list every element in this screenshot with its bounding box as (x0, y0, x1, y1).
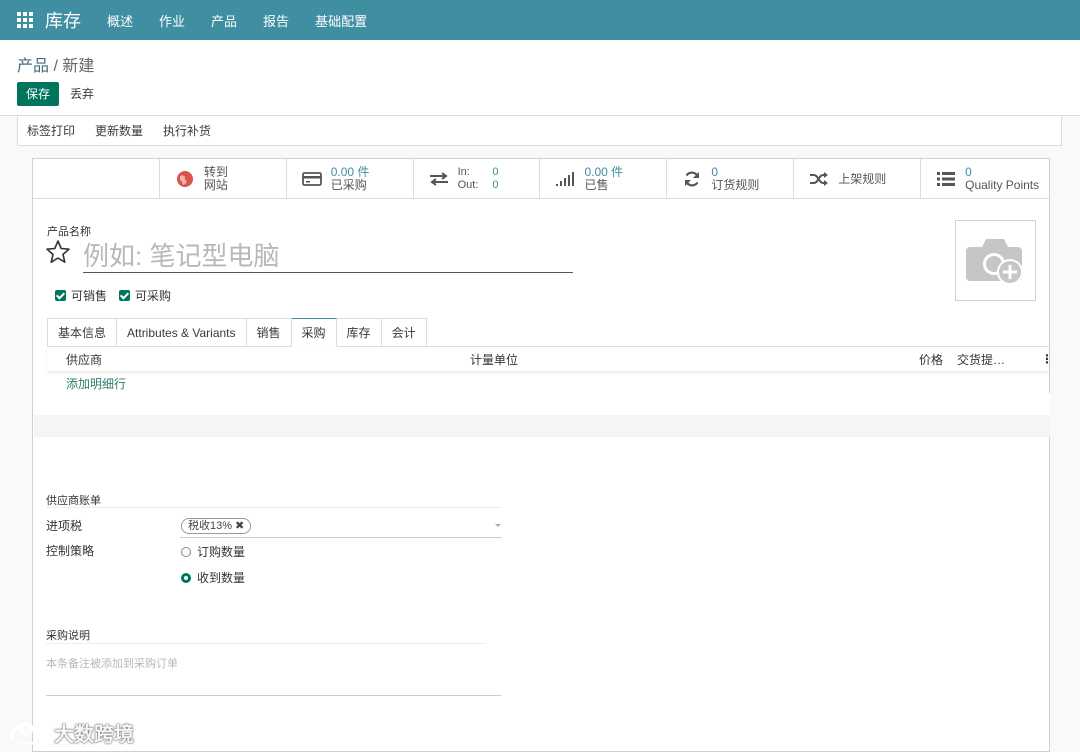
breadcrumb: 产品 / 新建 (17, 52, 94, 76)
quality-value: 0 (965, 165, 972, 179)
refresh-icon (681, 168, 703, 190)
product-type-checkboxes: 可销售 可采购 (55, 287, 183, 304)
tab-attributes-variants[interactable]: Attributes & Variants (117, 318, 247, 347)
sold-value: 0.00 件 (584, 165, 624, 179)
tax-tag: 税收13% ✖ (181, 518, 252, 534)
vendor-table-header: 供应商 计量单位 价格 交货提… ⋮ (47, 347, 1053, 371)
smart-button-box: 转到 网站 0.00 件已采购 In: 0 Out: 0 0.00 件已售 0 … (33, 159, 1049, 199)
control-policy-label: 控制策略 (46, 544, 95, 558)
breadcrumb-separator: / (49, 58, 63, 75)
breadcrumb-current: 新建 (62, 58, 95, 75)
tab-accounting[interactable]: 会计 (381, 318, 427, 347)
quality-points-button[interactable]: 0 Quality Points (921, 159, 1049, 199)
nav-item-overview[interactable]: 概述 (107, 11, 133, 30)
signal-bars-icon (554, 168, 576, 190)
nav-item-products[interactable]: 产品 (211, 11, 237, 30)
column-price[interactable]: 价格 (919, 351, 943, 368)
can-be-sold-label: 可销售 (71, 289, 108, 303)
optional-columns-icon[interactable]: ⋮ (1041, 352, 1053, 366)
purchased-label: 已采购 (330, 178, 367, 192)
update-quantity-button[interactable]: 更新数量 (95, 122, 143, 139)
in-label: In: (457, 166, 470, 178)
website-line2: 网站 (203, 178, 228, 192)
policy-option-received[interactable]: 收到数量 (181, 569, 245, 586)
sold-label: 已售 (584, 178, 609, 192)
website-line1: 转到 (203, 165, 228, 179)
remove-tag-icon[interactable]: ✖ (235, 520, 244, 532)
sold-button[interactable]: 0.00 件已售 (540, 159, 668, 199)
purchase-description-input[interactable]: 本条备注被添加到采购订单 (46, 655, 178, 671)
in-value: 0 (492, 166, 499, 178)
vendor-taxes-field[interactable]: 税收13% ✖ (180, 516, 502, 538)
list-icon (935, 168, 957, 190)
form-sheet: 转到 网站 0.00 件已采购 In: 0 Out: 0 0.00 件已售 0 … (32, 158, 1053, 752)
save-button[interactable]: 保存 (17, 82, 60, 106)
tax-tag-label: 税收13% (188, 520, 233, 532)
credit-card-icon (301, 168, 323, 190)
watermark-logo (10, 722, 45, 745)
product-name-label: 产品名称 (47, 226, 91, 238)
dropdown-caret-icon[interactable] (495, 524, 501, 527)
table-row (34, 393, 1050, 415)
replenish-button[interactable]: 执行补货 (163, 122, 211, 139)
out-label: Out: (457, 179, 479, 191)
nav-item-operations[interactable]: 作业 (159, 11, 185, 30)
product-name-input[interactable]: 例如: 笔记型电脑 (83, 239, 573, 273)
can-be-purchased-checkbox[interactable] (119, 290, 131, 301)
product-image-upload[interactable] (955, 220, 1036, 301)
out-value: 0 (492, 179, 499, 191)
notebook-tabs: 基本信息 Attributes & Variants 销售 采购 库存 会计 (47, 318, 427, 347)
policy-received-label: 收到数量 (197, 571, 246, 585)
vendor-bills-title: 供应商账单 (46, 495, 101, 507)
policy-ordered-label: 订购数量 (197, 545, 246, 559)
camera-plus-icon (965, 238, 1023, 285)
exchange-icon (428, 168, 450, 190)
column-uom[interactable]: 计量单位 (470, 351, 518, 368)
watermark: 大数跨境 (8, 718, 134, 747)
purchased-button[interactable]: 0.00 件已采购 (287, 159, 414, 199)
input-underline (46, 695, 501, 696)
nav-item-configuration[interactable]: 基础配置 (315, 11, 367, 30)
reorder-label: 订货规则 (711, 178, 760, 192)
watermark-text: 大数跨境 (54, 724, 134, 746)
add-line-link[interactable]: 添加明细行 (66, 375, 126, 392)
purchased-value: 0.00 件 (330, 165, 370, 179)
can-be-purchased-label: 可采购 (135, 289, 172, 303)
nav-item-reporting[interactable]: 报告 (263, 11, 289, 30)
radio-ordered[interactable] (181, 546, 191, 557)
putaway-rules-button[interactable]: 上架规则 (794, 159, 922, 199)
app-name[interactable]: 库存 (45, 7, 81, 33)
in-out-button[interactable]: In: 0 Out: 0 (414, 159, 541, 199)
quality-label: Quality Points (965, 178, 1040, 192)
go-to-website-button[interactable]: 转到 网站 (160, 159, 287, 199)
table-row (34, 415, 1050, 437)
top-navbar: 库存 概述 作业 产品 报告 基础配置 (0, 0, 1080, 40)
breadcrumb-parent[interactable]: 产品 (17, 58, 49, 75)
tab-sales[interactable]: 销售 (246, 318, 292, 347)
reorder-value: 0 (711, 165, 719, 179)
column-delivery-lead-time[interactable]: 交货提… (957, 351, 1005, 368)
tab-general-info[interactable]: 基本信息 (47, 318, 118, 347)
discard-button[interactable]: 丢弃 (70, 82, 94, 106)
control-panel: 产品 / 新建 保存 丢弃 (0, 40, 1080, 116)
section-divider (46, 507, 501, 508)
column-vendor[interactable]: 供应商 (66, 351, 102, 368)
print-labels-button[interactable]: 标签打印 (27, 122, 75, 139)
random-icon (808, 168, 830, 190)
vendor-taxes-label: 进项税 (46, 519, 83, 533)
policy-option-ordered[interactable]: 订购数量 (181, 543, 245, 560)
section-divider (46, 643, 486, 644)
purchase-description-title: 采购说明 (46, 630, 90, 642)
globe-icon (174, 168, 196, 190)
form-action-bar: 标签打印 更新数量 执行补货 (17, 116, 1062, 146)
button-box-spacer (33, 159, 160, 198)
radio-received[interactable] (181, 572, 191, 583)
apps-menu-icon[interactable] (17, 12, 33, 28)
star-icon[interactable] (45, 239, 71, 265)
tab-purchase[interactable]: 采购 (291, 318, 337, 347)
putaway-label: 上架规则 (838, 171, 887, 186)
can-be-sold-checkbox[interactable] (55, 290, 66, 301)
reordering-rules-button[interactable]: 0 订货规则 (667, 159, 795, 199)
tab-inventory[interactable]: 库存 (336, 318, 382, 347)
